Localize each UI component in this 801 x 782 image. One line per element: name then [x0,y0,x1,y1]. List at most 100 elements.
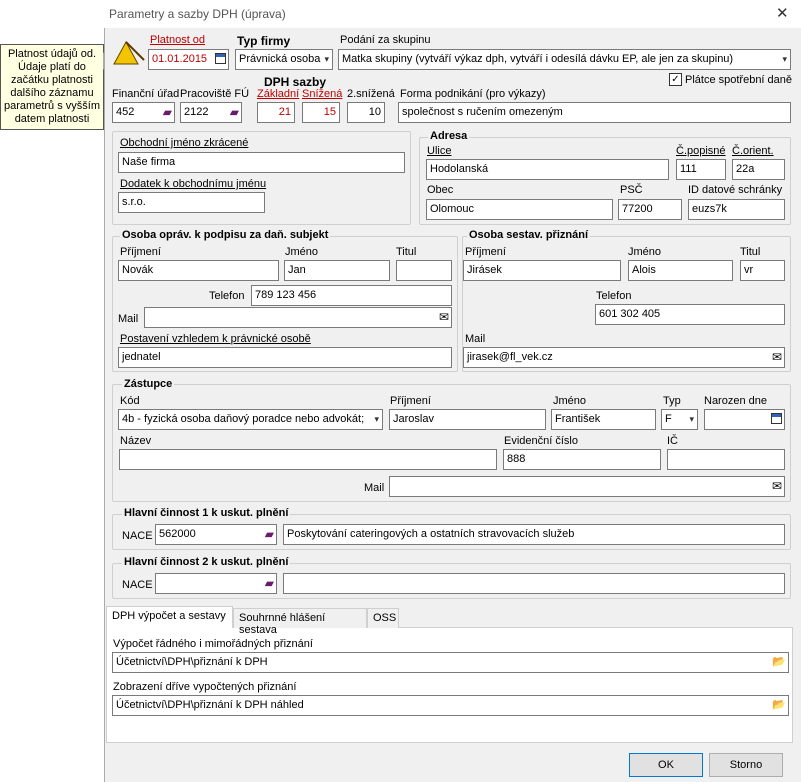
chevron-down-icon: ▾ [782,54,787,64]
podani-value: Matka skupiny (vytváří výkaz dph, vytvář… [342,53,734,65]
snizena2-input[interactable]: 10 [347,102,385,123]
op-jmeno-input[interactable]: Jan [284,260,390,281]
book-icon[interactable]: ▰ [163,106,172,118]
c1-nace-input[interactable]: 562000 ▰ [155,524,277,545]
ulice-label: Ulice [427,145,452,157]
dodatek-input[interactable]: s.r.o. [118,192,265,213]
op-postaveni-label: Postavení vzhledem k právnické osobě [120,333,311,345]
zakladni-input[interactable]: 21 [257,102,295,123]
typ-firmy-label: Typ firmy [237,34,291,48]
z-typ-value: F [665,413,672,425]
z-narozen-input[interactable] [704,409,785,430]
op-prijmeni-label: Příjmení [120,246,161,258]
typ-firmy-value: Právnická osoba [239,53,321,65]
c2-popis-input[interactable] [283,573,785,594]
z-kod-select[interactable]: 4b - fyzická osoba daňový poradce nebo a… [118,409,383,430]
platnost-tooltip: Platnost údajů od. Údaje platí do začátk… [0,44,104,130]
psc-input[interactable]: 77200 [618,199,682,220]
ds-input[interactable]: euzs7k [688,199,785,220]
folder-open-icon[interactable]: 📂 [772,656,786,668]
corient-input[interactable]: 22a [732,159,785,180]
platnost-input[interactable]: 01.01.2015 [148,49,229,70]
book-icon[interactable]: ▰ [265,577,274,589]
osoba-sestav-title: Osoba sestav. přiznání [467,229,591,241]
pracoviste-input[interactable]: 2122 ▰ [180,102,242,123]
z-evid-label: Evidenční číslo [504,435,578,447]
z-typ-select[interactable]: F ▾ [661,409,698,430]
vypocet-label: Výpočet řádného i mimořádných přiznání [113,638,313,650]
op-titul-input[interactable] [396,260,452,281]
os-titul-label: Titul [740,246,761,258]
z-nazev-input[interactable] [119,449,497,470]
platce-checkbox[interactable]: ✓ [669,73,682,86]
podani-select[interactable]: Matka skupiny (vytváří výkaz dph, vytvář… [338,49,791,70]
op-postaveni-input[interactable]: jednatel [118,347,452,368]
zobrazeni-input[interactable]: Účetnictví\DPH\přiznání k DPH náhled 📂 [112,695,789,716]
z-evid-input[interactable]: 888 [503,449,661,470]
platnost-value: 01.01.2015 [152,53,208,65]
ok-button[interactable]: OK [629,753,703,777]
obch-jmeno-label: Obchodní jméno zkrácené [120,137,249,149]
cinnost2-title: Hlavní činnost 2 k uskut. plnění [122,556,291,568]
fu-input[interactable]: 452 ▰ [112,102,175,123]
vypocet-input[interactable]: Účetnictví\DPH\přiznání k DPH 📂 [112,652,789,673]
z-prijmeni-input[interactable]: Jaroslav [389,409,546,430]
close-icon[interactable]: ✕ [776,4,789,22]
storno-button[interactable]: Storno [709,753,783,777]
c2-nace-label: NACE [122,579,153,591]
z-prijmeni-label: Příjmení [390,395,431,407]
book-icon[interactable]: ▰ [265,528,274,540]
vypocet-value: Účetnictví\DPH\přiznání k DPH [116,656,268,668]
op-prijmeni-input[interactable]: Novák [118,260,279,281]
dph-sazby-label: DPH sazby [264,75,327,89]
z-narozen-label: Narozen dne [704,395,767,407]
os-prijmeni-input[interactable]: Jirásek [463,260,621,281]
pracoviste-label: Pracoviště FÚ [180,88,250,100]
folder-open-icon[interactable]: 📂 [772,699,786,711]
snizena-input[interactable]: 15 [302,102,340,123]
z-mail-input[interactable]: ✉ [389,476,785,497]
mail-icon[interactable]: ✉ [772,480,782,492]
op-telefon-label: Telefon [209,290,245,302]
snizena-label: Snížená [302,88,343,100]
forma-input[interactable]: společnost s ručením omezeným [398,102,791,123]
ulice-input[interactable]: Hodolanská [426,159,669,180]
mail-icon[interactable]: ✉ [439,311,449,323]
z-ic-input[interactable] [667,449,785,470]
op-mail-input[interactable]: ✉ [144,307,452,328]
os-jmeno-label: Jméno [628,246,662,258]
os-mail-value: jirasek@fl_vek.cz [467,351,553,363]
os-telefon-input[interactable]: 601 302 405 [595,304,785,325]
obch-jmeno-input[interactable]: Naše firma [118,152,405,173]
ds-label: ID datové schránky [688,184,783,196]
os-mail-input[interactable]: jirasek@fl_vek.cz ✉ [463,347,785,368]
pracoviste-value: 2122 [184,106,209,118]
mail-icon[interactable]: ✉ [772,351,782,363]
op-telefon-input[interactable]: 789 123 456 [251,285,452,306]
cpop-label: Č.popisné [676,145,726,157]
z-ic-label: IČ [667,435,678,447]
platce-label: Plátce spotřební daně [685,74,793,86]
tab-souhrnne-hlaseni[interactable]: Souhrnné hlášení sestava [233,608,367,636]
z-jmeno-input[interactable]: František [551,409,656,430]
calendar-icon[interactable] [771,413,782,426]
cpop-input[interactable]: 111 [676,159,726,180]
obec-input[interactable]: Olomouc [426,199,613,220]
z-typ-label: Typ [663,395,681,407]
c1-nace-value: 562000 [159,528,196,540]
typ-firmy-select[interactable]: Právnická osoba ▾ [235,49,333,70]
os-titul-input[interactable]: vr [740,260,785,281]
os-prijmeni-label: Příjmení [465,246,506,258]
calendar-icon[interactable] [215,53,226,66]
book-icon[interactable]: ▰ [230,106,239,118]
corient-label: Č.orient. [732,145,774,157]
op-mail-label: Mail [118,313,139,325]
tab-oss[interactable]: OSS [367,608,399,628]
obec-label: Obec [427,184,454,196]
os-jmeno-input[interactable]: Alois [628,260,733,281]
adresa-title: Adresa [428,130,470,142]
c2-nace-input[interactable]: ▰ [155,573,277,594]
op-titul-label: Titul [396,246,417,258]
tab-dph-vypocet[interactable]: DPH výpočet a sestavy [106,606,233,628]
c1-popis-input[interactable]: Poskytování cateringových a ostatních st… [283,524,785,545]
